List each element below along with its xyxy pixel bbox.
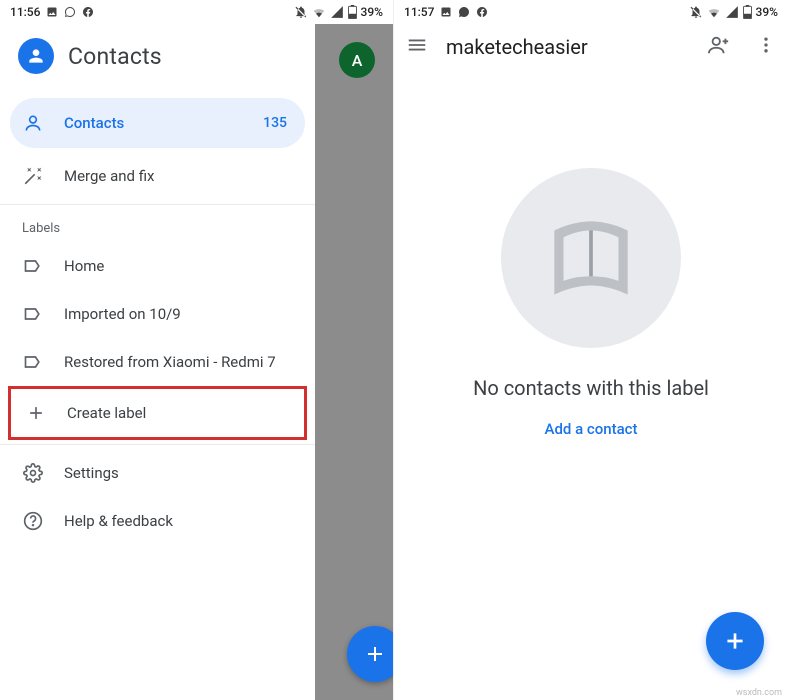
add-contact-link[interactable]: Add a contact bbox=[545, 420, 638, 438]
photos-icon bbox=[46, 6, 58, 18]
battery-icon bbox=[348, 5, 357, 19]
sidebar-item-create-label[interactable]: Create label bbox=[11, 389, 304, 437]
app-title: Contacts bbox=[68, 43, 162, 70]
screen-contacts-drawer: 11:56 39% Contacts Contacts 135 bbox=[0, 0, 394, 700]
watermark: wsxdn.com bbox=[736, 688, 782, 698]
navigation-drawer: Contacts Contacts 135 Merge and fix Labe… bbox=[0, 24, 315, 700]
whatsapp-icon bbox=[458, 6, 470, 18]
sidebar-label-home[interactable]: Home bbox=[0, 242, 315, 290]
wifi-icon bbox=[312, 5, 326, 19]
help-icon bbox=[22, 511, 44, 531]
sidebar-item-settings[interactable]: Settings bbox=[0, 449, 315, 497]
wifi-icon bbox=[707, 5, 721, 19]
contacts-count: 135 bbox=[263, 115, 287, 131]
battery-percent: 39% bbox=[756, 5, 778, 19]
sidebar-label-imported[interactable]: Imported on 10/9 bbox=[0, 290, 315, 338]
sidebar-item-label: Create label bbox=[67, 404, 146, 422]
status-time: 11:56 bbox=[10, 5, 40, 19]
divider bbox=[0, 204, 315, 205]
facebook-icon bbox=[82, 6, 94, 18]
battery-icon bbox=[743, 5, 752, 19]
page-title: maketecheasier bbox=[446, 35, 690, 59]
signal-icon bbox=[725, 5, 739, 19]
status-right: 39% bbox=[689, 5, 778, 19]
status-bar: 11:57 39% bbox=[394, 0, 788, 24]
sidebar-item-label: Help & feedback bbox=[64, 512, 173, 530]
empty-state: No contacts with this label Add a contac… bbox=[394, 168, 788, 438]
label-icon bbox=[22, 352, 44, 372]
label-icon bbox=[22, 304, 44, 324]
gear-icon bbox=[22, 463, 44, 483]
battery-percent: 39% bbox=[361, 5, 383, 19]
status-bar: 11:56 39% bbox=[0, 0, 393, 24]
plus-icon bbox=[25, 403, 47, 423]
scrim[interactable]: A bbox=[315, 24, 393, 700]
status-time: 11:57 bbox=[404, 5, 434, 19]
sidebar-item-merge[interactable]: Merge and fix bbox=[0, 152, 315, 200]
fab-add[interactable] bbox=[706, 612, 764, 670]
sidebar-item-label: Contacts bbox=[64, 114, 243, 132]
sidebar-item-label: Imported on 10/9 bbox=[64, 305, 181, 323]
sidebar-item-label: Merge and fix bbox=[64, 167, 154, 185]
status-right: 39% bbox=[294, 5, 383, 19]
menu-icon[interactable] bbox=[406, 34, 428, 60]
magic-wand-icon bbox=[22, 166, 44, 186]
sidebar-item-contacts[interactable]: Contacts 135 bbox=[10, 98, 305, 148]
photos-icon bbox=[440, 6, 452, 18]
label-icon bbox=[22, 256, 44, 276]
add-person-icon[interactable] bbox=[708, 34, 730, 60]
signal-icon bbox=[330, 5, 344, 19]
dnd-icon bbox=[689, 5, 703, 19]
fab-add[interactable] bbox=[347, 626, 394, 682]
empty-text: No contacts with this label bbox=[473, 376, 709, 400]
status-left: 11:57 bbox=[404, 5, 488, 19]
person-icon bbox=[22, 113, 44, 133]
app-title-row: Contacts bbox=[0, 24, 315, 94]
labels-header: Labels bbox=[0, 209, 315, 242]
sidebar-item-label: Restored from Xiaomi - Redmi 7 bbox=[64, 353, 276, 371]
sidebar-label-restored[interactable]: Restored from Xiaomi - Redmi 7 bbox=[0, 338, 315, 386]
dnd-icon bbox=[294, 5, 308, 19]
book-icon bbox=[501, 168, 681, 348]
app-bar: maketecheasier bbox=[394, 24, 788, 68]
sidebar-item-label: Settings bbox=[64, 464, 119, 482]
highlight-box: Create label bbox=[8, 386, 307, 440]
sidebar-item-help[interactable]: Help & feedback bbox=[0, 497, 315, 545]
sidebar-item-label: Home bbox=[64, 257, 104, 275]
more-icon[interactable] bbox=[756, 35, 776, 59]
screen-label-empty: 11:57 39% maketecheasier No contacts wit bbox=[394, 0, 788, 700]
facebook-icon bbox=[476, 6, 488, 18]
divider bbox=[0, 444, 315, 445]
status-left: 11:56 bbox=[10, 5, 94, 19]
plus-icon bbox=[722, 628, 748, 654]
account-avatar[interactable]: A bbox=[339, 42, 375, 78]
contacts-logo-icon bbox=[18, 38, 54, 74]
whatsapp-icon bbox=[64, 6, 76, 18]
